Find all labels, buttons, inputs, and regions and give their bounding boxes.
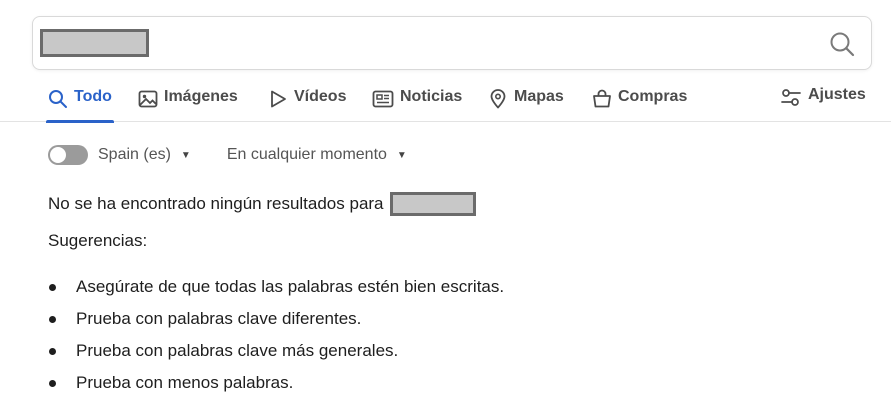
tab-shopping[interactable]: Compras [592,88,687,122]
tab-images[interactable]: Imágenes [138,88,238,122]
bullet [49,283,56,291]
newspaper-icon [372,90,394,108]
tab-videos[interactable]: Vídeos [268,88,346,122]
tab-label: Vídeos [294,88,347,105]
list-item: Prueba con menos palabras. [48,367,504,399]
search-query-redacted[interactable] [40,29,149,57]
bullet [49,315,56,323]
settings-button[interactable]: Ajustes [780,86,866,120]
search-button[interactable] [829,31,855,57]
search-tabs: Todo Imágenes Vídeos Noticias Mapas Comp… [0,80,891,123]
no-results-message: No se ha encontrado ningún resultados pa… [48,192,476,216]
tip-text: Prueba con palabras clave más generales. [76,341,399,360]
search-icon [830,32,855,57]
image-icon [138,90,158,108]
search-icon [49,90,67,108]
tab-all[interactable]: Todo [46,88,114,123]
settings-label: Ajustes [808,86,866,103]
bullet [49,379,56,387]
caret-down-icon[interactable]: ▼ [181,150,191,161]
map-pin-icon [490,89,506,109]
filters-bar: Spain (es) ▼ En cualquier momento ▼ [48,144,407,166]
shopping-bag-icon [593,89,611,108]
no-results-text: No se ha encontrado ningún resultados pa… [48,194,384,213]
tab-label: Todo [74,88,112,105]
tip-text: Prueba con palabras clave diferentes. [76,309,362,328]
time-filter[interactable]: En cualquier momento [227,146,387,164]
region-selector[interactable]: Spain (es) [98,146,171,164]
tip-text: Asegúrate de que todas las palabras esté… [76,277,505,296]
tab-maps[interactable]: Mapas [488,88,564,122]
tab-label: Imágenes [164,88,238,105]
suggestions-list: Asegúrate de que todas las palabras esté… [48,271,504,399]
sliders-icon [781,89,801,106]
suggestions-title: Sugerencias: [48,231,148,250]
tab-label: Mapas [514,88,564,105]
play-icon [271,90,286,108]
tip-text: Prueba con menos palabras. [76,373,294,392]
search-bar[interactable] [32,16,872,70]
tab-label: Noticias [400,88,463,105]
list-item: Prueba con palabras clave diferentes. [48,303,504,335]
tab-news[interactable]: Noticias [372,88,462,122]
query-redacted [389,192,476,216]
caret-down-icon[interactable]: ▼ [397,150,407,161]
list-item: Asegúrate de que todas las palabras esté… [48,271,504,303]
toggle-knob [50,147,66,163]
region-toggle[interactable] [48,145,88,165]
bullet [49,347,56,355]
tab-label: Compras [618,88,688,105]
list-item: Prueba con palabras clave más generales. [48,335,504,367]
